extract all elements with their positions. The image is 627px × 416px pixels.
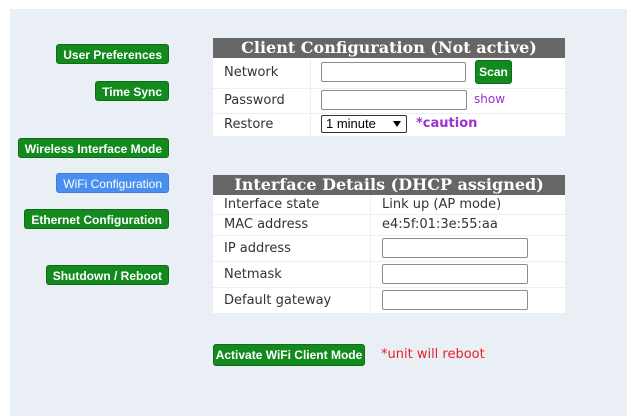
- mac-address-label: MAC address: [224, 217, 309, 232]
- restore-value-cell: 1 minute *caution: [310, 114, 565, 136]
- netmask-input[interactable]: [382, 264, 528, 284]
- netmask-row: Netmask: [213, 262, 565, 288]
- interface-state-label: Interface state: [224, 197, 320, 212]
- network-row: Network Scan: [213, 58, 565, 89]
- default-gateway-value-cell: [370, 288, 565, 313]
- password-label: Password: [224, 93, 285, 108]
- nav-user-preferences-button[interactable]: User Preferences: [56, 44, 169, 64]
- password-input[interactable]: [321, 90, 467, 110]
- network-label: Network: [224, 65, 279, 80]
- mac-address-row: MAC address e4:5f:01:3e:55:aa: [213, 215, 565, 236]
- reboot-warning: *unit will reboot: [381, 347, 485, 362]
- scan-button[interactable]: Scan: [475, 60, 512, 84]
- restore-select[interactable]: 1 minute: [321, 115, 407, 133]
- nav-shutdown-reboot-button[interactable]: Shutdown / Reboot: [45, 265, 169, 285]
- password-row: Password show: [213, 89, 565, 114]
- nav-time-sync-button[interactable]: Time Sync: [95, 81, 169, 101]
- interface-state-value: Link up (AP mode): [370, 195, 565, 214]
- default-gateway-row: Default gateway: [213, 288, 565, 313]
- ip-address-value-cell: [370, 236, 565, 261]
- interface-state-row: Interface state Link up (AP mode): [213, 195, 565, 215]
- nav-ethernet-configuration-button[interactable]: Ethernet Configuration: [24, 209, 169, 229]
- interface-details-title: Interface Details (DHCP assigned): [213, 175, 565, 195]
- sidebar-nav: User Preferences Time Sync Wireless Inte…: [0, 0, 169, 300]
- netmask-label: Netmask: [224, 267, 282, 282]
- interface-details-section: Interface Details (DHCP assigned) Interf…: [213, 175, 565, 313]
- ip-address-label: IP address: [224, 241, 291, 256]
- chevron-down-icon: [393, 121, 401, 127]
- default-gateway-label: Default gateway: [224, 293, 332, 308]
- ip-address-input[interactable]: [382, 238, 528, 258]
- netmask-value-cell: [370, 262, 565, 287]
- caution-link[interactable]: *caution: [416, 116, 477, 131]
- activate-wifi-client-mode-button[interactable]: Activate WiFi Client Mode: [213, 344, 365, 366]
- nav-wireless-interface-mode-button[interactable]: Wireless Interface Mode: [17, 138, 169, 158]
- nav-wifi-configuration-button[interactable]: WiFi Configuration: [56, 173, 169, 193]
- restore-select-value: 1 minute: [326, 116, 376, 131]
- password-value-cell: show: [310, 89, 565, 113]
- client-configuration-section: Client Configuration (Not active) Networ…: [213, 38, 565, 136]
- restore-row: Restore 1 minute *caution: [213, 114, 565, 136]
- network-value-cell: Scan: [310, 58, 565, 88]
- show-password-link[interactable]: show: [474, 92, 505, 106]
- network-input[interactable]: [321, 62, 466, 82]
- client-configuration-title: Client Configuration (Not active): [213, 38, 565, 58]
- mac-address-value: e4:5f:01:3e:55:aa: [370, 215, 565, 235]
- ip-address-row: IP address: [213, 236, 565, 262]
- restore-label: Restore: [224, 117, 274, 132]
- default-gateway-input[interactable]: [382, 290, 528, 310]
